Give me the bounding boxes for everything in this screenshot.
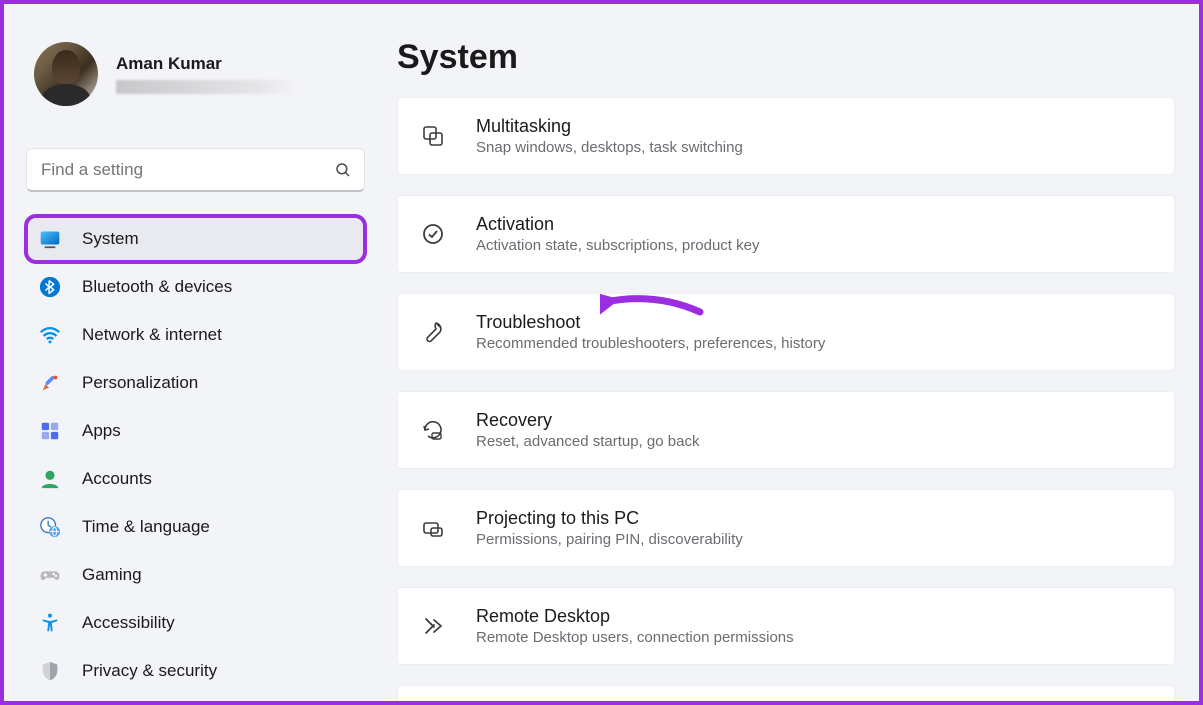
card-desc: Recommended troubleshooters, preferences… <box>476 335 825 352</box>
sidebar-item-label: Accessibility <box>82 613 175 633</box>
settings-card-multitasking[interactable]: Multitasking Snap windows, desktops, task… <box>397 97 1175 175</box>
card-desc: Reset, advanced startup, go back <box>476 433 699 450</box>
recovery-icon <box>420 417 446 443</box>
settings-card-troubleshoot[interactable]: Troubleshoot Recommended troubleshooters,… <box>397 293 1175 371</box>
wifi-icon <box>38 323 62 347</box>
sidebar-item-personalization[interactable]: Personalization <box>26 360 365 406</box>
settings-card-clipboard[interactable]: ClipboardCut and copy history, sync, cle… <box>397 685 1175 701</box>
bluetooth-icon <box>38 275 62 299</box>
card-title: Recovery <box>476 410 699 431</box>
gamepad-icon <box>38 563 62 587</box>
search-input[interactable] <box>41 160 320 180</box>
clock-globe-icon <box>38 515 62 539</box>
paintbrush-icon <box>38 371 62 395</box>
search-box[interactable] <box>26 148 365 192</box>
card-list: Multitasking Snap windows, desktops, task… <box>397 97 1175 701</box>
card-desc: Snap windows, desktops, task switching <box>476 139 743 156</box>
check-circle-icon <box>420 221 446 247</box>
sidebar-item-label: System <box>82 229 139 249</box>
profile-name: Aman Kumar <box>116 54 296 74</box>
sidebar-item-network-internet[interactable]: Network & internet <box>26 312 365 358</box>
sidebar-item-system[interactable]: System <box>26 216 365 262</box>
card-title: Activation <box>476 214 759 235</box>
avatar <box>34 42 98 106</box>
card-desc: Remote Desktop users, connection permiss… <box>476 629 794 646</box>
accessibility-icon <box>38 611 62 635</box>
project-icon <box>420 515 446 541</box>
profile-block[interactable]: Aman Kumar <box>26 22 365 122</box>
multitasking-icon <box>420 123 446 149</box>
card-title: Projecting to this PC <box>476 508 743 529</box>
remote-arrows-icon <box>420 613 446 639</box>
apps-icon <box>38 419 62 443</box>
sidebar-nav: System Bluetooth & devices Network & inter… <box>26 216 365 694</box>
profile-info: Aman Kumar <box>116 54 296 94</box>
settings-card-remote-desktop[interactable]: Remote Desktop Remote Desktop users, conn… <box>397 587 1175 665</box>
sidebar-item-bluetooth-devices[interactable]: Bluetooth & devices <box>26 264 365 310</box>
sidebar-item-accessibility[interactable]: Accessibility <box>26 600 365 646</box>
card-desc: Permissions, pairing PIN, discoverabilit… <box>476 531 743 548</box>
sidebar-item-label: Network & internet <box>82 325 222 345</box>
sidebar-item-label: Personalization <box>82 373 198 393</box>
sidebar-item-label: Gaming <box>82 565 142 585</box>
sidebar-item-gaming[interactable]: Gaming <box>26 552 365 598</box>
shield-icon <box>38 659 62 683</box>
profile-email-redacted <box>116 80 296 94</box>
system-icon <box>38 227 62 251</box>
sidebar-item-privacy-security[interactable]: Privacy & security <box>26 648 365 694</box>
card-title: Troubleshoot <box>476 312 825 333</box>
settings-card-activation[interactable]: Activation Activation state, subscription… <box>397 195 1175 273</box>
content-area: System Multitasking Snap windows, desktop… <box>379 4 1199 701</box>
card-title: Remote Desktop <box>476 606 794 627</box>
sidebar-item-time-language[interactable]: Time & language <box>26 504 365 550</box>
wrench-icon <box>420 319 446 345</box>
settings-card-projecting-to-this-pc[interactable]: Projecting to this PC Permissions, pairin… <box>397 489 1175 567</box>
page-title: System <box>397 38 1175 77</box>
sidebar-item-label: Apps <box>82 421 121 441</box>
sidebar-item-apps[interactable]: Apps <box>26 408 365 454</box>
sidebar-panel: Aman Kumar System Bluetooth & devices Netw… <box>4 4 379 701</box>
card-title: Multitasking <box>476 116 743 137</box>
settings-card-recovery[interactable]: Recovery Reset, advanced startup, go back <box>397 391 1175 469</box>
card-desc: Activation state, subscriptions, product… <box>476 237 759 254</box>
search-icon[interactable] <box>334 161 352 179</box>
sidebar-item-label: Time & language <box>82 517 210 537</box>
sidebar-item-label: Bluetooth & devices <box>82 277 232 297</box>
sidebar-item-accounts[interactable]: Accounts <box>26 456 365 502</box>
sidebar-item-label: Accounts <box>82 469 152 489</box>
sidebar-item-label: Privacy & security <box>82 661 217 681</box>
person-icon <box>38 467 62 491</box>
